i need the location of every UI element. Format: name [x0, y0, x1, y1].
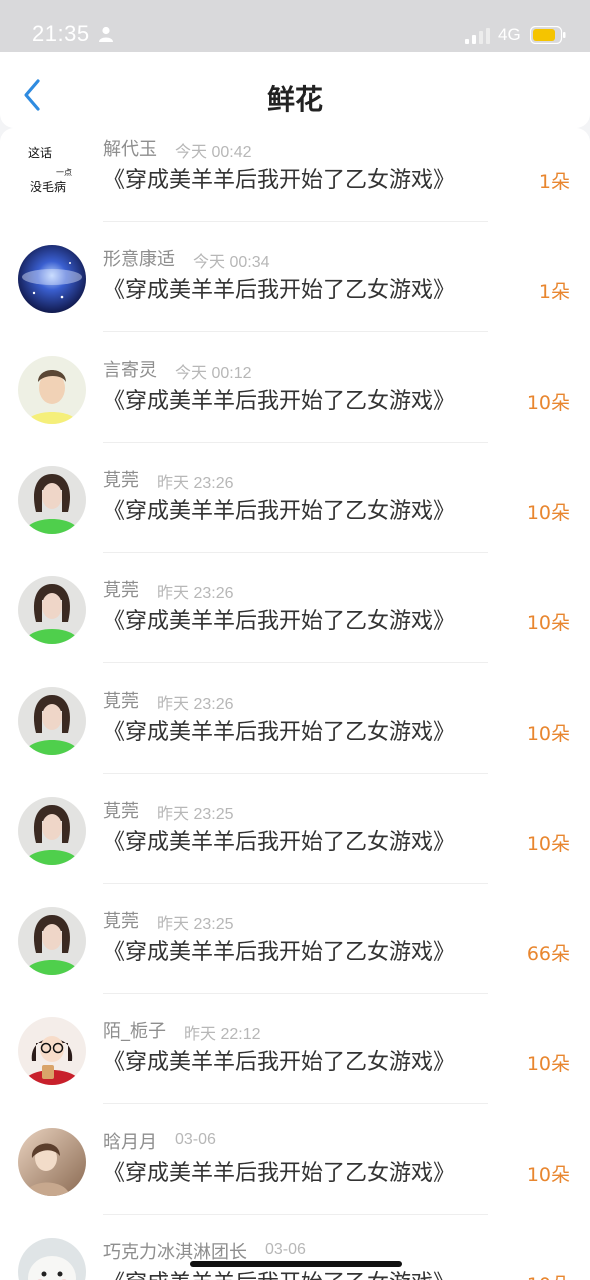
avatar[interactable]: [18, 245, 86, 314]
svg-text:一点: 一点: [56, 168, 72, 177]
list-item[interactable]: 莧莞 昨天 23:26 《穿成美羊羊后我开始了乙女游戏》 10朵: [0, 443, 590, 553]
flower-count: 10朵: [526, 832, 570, 855]
flower-count: 10朵: [526, 1163, 570, 1186]
avatar[interactable]: [18, 686, 86, 755]
list-item[interactable]: 巧克力冰淇淋团长03-06《穿成美羊羊后我开始了乙女游戏》10朵: [0, 1215, 590, 1280]
flower-count: 1朵: [538, 171, 570, 193]
avatar[interactable]: [18, 1238, 86, 1280]
person-icon: [99, 26, 113, 42]
timestamp: 昨天 22:12: [184, 1026, 261, 1044]
timestamp: 今天 00:12: [175, 364, 252, 382]
list-item[interactable]: 莧莞 昨天 23:26 《穿成美羊羊后我开始了乙女游戏》 10朵: [0, 664, 590, 774]
timestamp: 昨天 23:26: [157, 585, 234, 603]
user-name[interactable]: 晗月月: [103, 1128, 157, 1154]
avatar[interactable]: 这话 一点没毛病: [18, 135, 86, 203]
book-title: 《穿成美羊羊后我开始了乙女游戏》: [103, 388, 456, 414]
user-name[interactable]: 莧莞: [103, 797, 139, 823]
book-title: 《穿成美羊羊后我开始了乙女游戏》: [103, 168, 456, 193]
avatar[interactable]: [18, 576, 86, 645]
avatar[interactable]: [18, 1127, 86, 1196]
list-item[interactable]: 陌_栀子 昨天 22:12 《穿成美羊羊后我开始了乙女游戏》 10朵: [0, 994, 590, 1105]
book-title: 《穿成美羊羊后我开始了乙女游戏》: [103, 719, 456, 745]
user-name[interactable]: 莧莞: [103, 576, 139, 602]
avatar[interactable]: [18, 465, 86, 534]
flower-count: 10朵: [526, 391, 570, 414]
book-title: 《穿成美羊羊后我开始了乙女游戏》: [103, 940, 456, 966]
svg-text:这话: 这话: [28, 145, 52, 160]
avatar[interactable]: [18, 355, 86, 424]
timestamp: 03-06: [175, 1130, 216, 1148]
list-item[interactable]: 莧莞 昨天 23:25 《穿成美羊羊后我开始了乙女游戏》 66朵: [0, 884, 590, 995]
timestamp: 昨天 23:26: [157, 695, 234, 713]
avatar[interactable]: [18, 796, 86, 865]
book-title: 《穿成美羊羊后我开始了乙女游戏》: [103, 498, 456, 524]
list-item[interactable]: 莧莞 昨天 23:26 《穿成美羊羊后我开始了乙女游戏》 10朵: [0, 553, 590, 664]
flower-count: 66朵: [526, 943, 570, 966]
page-title: 鲜花: [266, 83, 323, 116]
list-item[interactable]: 莧莞 昨天 23:25 《穿成美羊羊后我开始了乙女游戏》 10朵: [0, 774, 590, 884]
user-name[interactable]: 陌_栀子: [103, 1017, 166, 1043]
status-time: 21:35: [32, 21, 90, 46]
battery-icon: [530, 26, 566, 44]
list-item[interactable]: 这话 一点 没毛病 解代玉 今天 00:42 《穿成美羊羊后我开始了乙女游戏》 1朵: [0, 128, 590, 222]
timestamp: 03-06: [265, 1241, 306, 1258]
timestamp: 今天 00:42: [175, 144, 252, 161]
signal-icon: [465, 28, 490, 44]
user-name[interactable]: 解代玉: [103, 135, 157, 161]
user-name[interactable]: 莧莞: [103, 907, 139, 933]
flower-list: 这话 一点 没毛病 解代玉 今天 00:42 《穿成美羊羊后我开始了乙女游戏》 1朵 形意康适…: [0, 128, 590, 1280]
flower-count: 10朵: [526, 722, 570, 745]
flower-count: 10朵: [526, 501, 570, 524]
home-indicator[interactable]: [190, 1261, 402, 1267]
svg-text:没毛病: 没毛病: [30, 179, 66, 194]
flower-count: 10朵: [526, 612, 570, 635]
book-title: 《穿成美羊羊后我开始了乙女游戏》: [103, 609, 456, 635]
user-name[interactable]: 莧莞: [103, 687, 139, 713]
list-item[interactable]: 形意康适 今天 00:34 《穿成美羊羊后我开始了乙女游戏》 1朵: [0, 222, 590, 333]
avatar[interactable]: [18, 1017, 86, 1086]
flower-count: 10朵: [527, 1270, 570, 1280]
user-name[interactable]: 言寄灵: [103, 356, 157, 382]
timestamp: 今天 00:34: [193, 254, 270, 272]
book-title: 《穿成美羊羊后我开始了乙女游戏》: [103, 278, 456, 304]
user-name[interactable]: 形意康适: [103, 245, 175, 271]
timestamp: 昨天 23:25: [157, 916, 234, 934]
timestamp: 昨天 23:26: [157, 474, 234, 492]
network-label: 4G: [498, 25, 521, 44]
book-title: 《穿成美羊羊后我开始了乙女游戏》: [103, 1050, 456, 1076]
book-title: 《穿成美羊羊后我开始了乙女游戏》: [103, 829, 456, 855]
flower-count: 1朵: [538, 281, 570, 304]
list-item[interactable]: 言寄灵 今天 00:12 《穿成美羊羊后我开始了乙女游戏》 10朵: [0, 333, 590, 443]
book-title: 《穿成美羊羊后我开始了乙女游戏》: [103, 1160, 456, 1186]
status-bar: 21:35 4G: [0, 0, 590, 52]
avatar[interactable]: [18, 907, 86, 976]
book-title: 《穿成美羊羊后我开始了乙女游戏》: [103, 1265, 455, 1280]
flower-count: 10朵: [526, 1053, 570, 1076]
user-name[interactable]: 莧莞: [103, 466, 139, 492]
list-item[interactable]: 晗月月 03-06 《穿成美羊羊后我开始了乙女游戏》 10朵: [0, 1105, 590, 1215]
timestamp: 昨天 23:25: [157, 805, 234, 823]
